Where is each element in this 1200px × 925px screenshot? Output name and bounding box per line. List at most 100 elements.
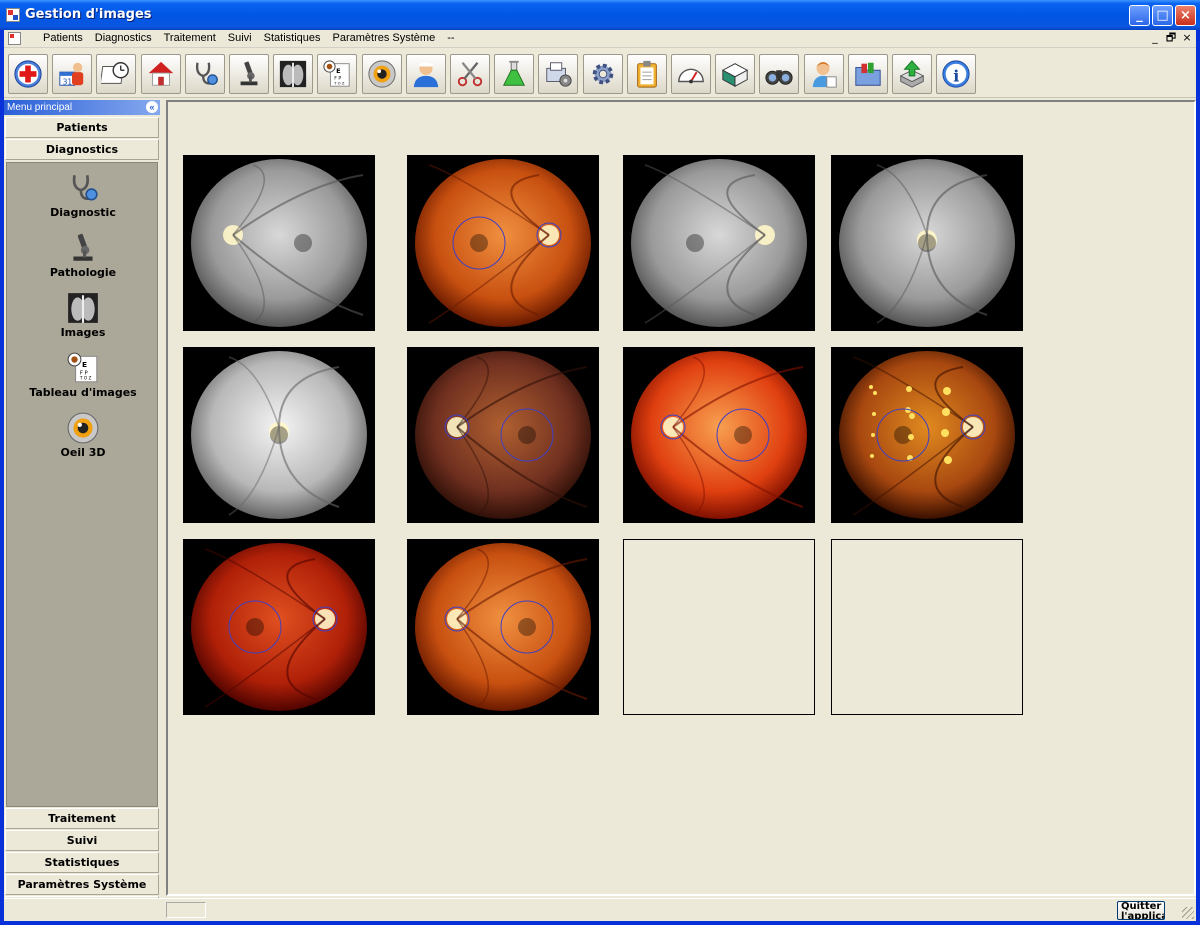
toolbar-button-eye-3d[interactable] [361, 54, 402, 94]
info-icon: i [941, 59, 971, 89]
fundus-image-thumbnail[interactable] [407, 155, 599, 331]
svg-text:E: E [336, 67, 340, 75]
sidebar: Menu principal « Patients Diagnostics Di… [4, 100, 160, 921]
fundus-image-thumbnail[interactable] [183, 347, 375, 523]
toolbar-button-info[interactable]: i [936, 54, 977, 94]
quit-button[interactable]: Quitter l'application [1117, 901, 1165, 920]
sidebar-item-label: Tableau d'images [29, 386, 137, 399]
sidebar-item-oeil-3d[interactable]: Oeil 3D [7, 405, 159, 465]
fundus-image-thumbnail[interactable] [183, 539, 375, 715]
toolbar-button-red-cross[interactable] [8, 54, 48, 94]
upload-icon [897, 59, 927, 89]
eye-3d-icon [367, 59, 397, 89]
status-bar: Quitter l'application [4, 898, 1196, 921]
sidebar-item-label: Diagnostic [50, 206, 116, 219]
flask-icon [499, 59, 529, 89]
eye-3d-icon [7, 411, 159, 445]
fundus-image-thumbnail[interactable] [407, 539, 599, 715]
sidebar-section-parametres[interactable]: Paramètres Système [5, 874, 159, 895]
sidebar-item-tableau-d-images[interactable]: EF PT O Z Tableau d'images [7, 345, 159, 405]
menu-item-3[interactable]: Suivi [222, 32, 258, 44]
toolbar-button-patient-calendar[interactable]: 31 [52, 54, 93, 94]
stethoscope-icon [7, 171, 159, 205]
sidebar-item-images[interactable]: Images [7, 285, 159, 345]
window-title: Gestion d'images [25, 7, 152, 22]
toolbar-button-book[interactable] [715, 54, 756, 94]
toolbar-button-print-settings[interactable] [538, 54, 579, 94]
mdi-minimize-button[interactable]: _ [1147, 31, 1163, 46]
nurse-icon [809, 59, 839, 89]
toolbar-button-xray-lungs[interactable] [273, 54, 314, 94]
toolbar-button-doctor[interactable] [405, 54, 446, 94]
mdi-restore-button[interactable]: 🗗 [1163, 31, 1179, 46]
toolbar-button-clipboard[interactable] [626, 54, 667, 94]
sidebar-header-label: Menu principal [7, 102, 73, 113]
home-icon [146, 59, 176, 89]
sidebar-header: Menu principal « [4, 100, 160, 115]
sidebar-item-diagnostic[interactable]: Diagnostic [7, 165, 159, 225]
menu-item-5[interactable]: Paramètres Système [327, 32, 442, 44]
fundus-image-thumbnail[interactable] [831, 155, 1023, 331]
svg-text:i: i [953, 67, 959, 86]
toolbar-button-binoculars[interactable] [759, 54, 800, 94]
microscope-icon [7, 231, 159, 265]
empty-image-slot[interactable] [831, 539, 1023, 715]
toolbar-button-microscope[interactable] [229, 54, 269, 94]
toolbar-button-eye-chart[interactable]: EF PT O Z [317, 54, 358, 94]
fundus-image-thumbnail[interactable] [831, 347, 1023, 523]
toolbar-button-gauge[interactable] [671, 54, 711, 94]
toolbar-button-scissors[interactable] [450, 54, 490, 94]
fundus-image-thumbnail[interactable] [623, 155, 815, 331]
toolbar-button-folder[interactable] [847, 54, 888, 94]
xray-lungs-icon [278, 59, 308, 89]
eye-chart-icon: EF PT O Z [322, 59, 352, 89]
fundus-image-thumbnail[interactable] [407, 347, 599, 523]
sidebar-section-diagnostics[interactable]: Diagnostics [5, 139, 159, 160]
appointment-clock-icon [101, 59, 131, 89]
mdi-close-button[interactable]: × [1179, 31, 1195, 46]
svg-text:E: E [82, 360, 87, 369]
menu-item-2[interactable]: Traitement [158, 32, 222, 44]
empty-image-slot[interactable] [623, 539, 815, 715]
doctor-icon [411, 59, 441, 89]
sidebar-section-traitement[interactable]: Traitement [5, 808, 159, 829]
xray-lungs-icon [7, 291, 159, 325]
mdi-child-icon[interactable] [8, 32, 21, 45]
book-icon [720, 59, 750, 89]
menu-bar: Patients Diagnostics Traitement Suivi Statis… [4, 30, 1196, 48]
sidebar-item-pathologie[interactable]: Pathologie [7, 225, 159, 285]
toolbar-button-stethoscope[interactable] [184, 54, 225, 94]
minimize-button[interactable]: _ [1129, 5, 1150, 26]
maximize-button[interactable]: □ [1152, 5, 1173, 26]
menu-item-0[interactable]: Patients [37, 32, 89, 44]
toolbar: 31 E F PT O Z i [4, 50, 1196, 98]
image-gallery [166, 100, 1196, 896]
sidebar-panel: Diagnostic Pathologie Images E F PT O Z Table… [6, 162, 158, 807]
menu-item-6[interactable]: -- [441, 32, 460, 44]
application-window: Gestion d'images _ □ × Patients Diagnosti… [0, 0, 1200, 925]
resize-grip[interactable] [1182, 907, 1194, 919]
close-button[interactable]: × [1175, 5, 1196, 26]
toolbar-button-home[interactable] [140, 54, 181, 94]
status-panel [166, 902, 206, 918]
toolbar-button-appointment-clock[interactable] [96, 54, 137, 94]
sidebar-section-suivi[interactable]: Suivi [5, 830, 159, 851]
app-icon[interactable] [6, 8, 20, 22]
toolbar-button-gear[interactable] [582, 54, 623, 94]
sidebar-item-label: Oeil 3D [60, 446, 106, 459]
toolbar-button-upload[interactable] [892, 54, 932, 94]
menu-item-1[interactable]: Diagnostics [89, 32, 158, 44]
fundus-image-thumbnail[interactable] [183, 155, 375, 331]
menu-item-4[interactable]: Statistiques [258, 32, 327, 44]
collapse-icon[interactable]: « [146, 101, 158, 113]
svg-text:F P: F P [80, 370, 89, 376]
fundus-image-thumbnail[interactable] [623, 347, 815, 523]
title-bar[interactable]: Gestion d'images _ □ × [0, 0, 1200, 30]
stethoscope-icon [190, 59, 220, 89]
sidebar-section-patients[interactable]: Patients [5, 117, 159, 138]
toolbar-button-flask[interactable] [494, 54, 535, 94]
clipboard-icon [632, 59, 662, 89]
sidebar-section-statistiques[interactable]: Statistiques [5, 852, 159, 873]
microscope-icon [234, 59, 264, 89]
toolbar-button-nurse[interactable] [803, 54, 844, 94]
